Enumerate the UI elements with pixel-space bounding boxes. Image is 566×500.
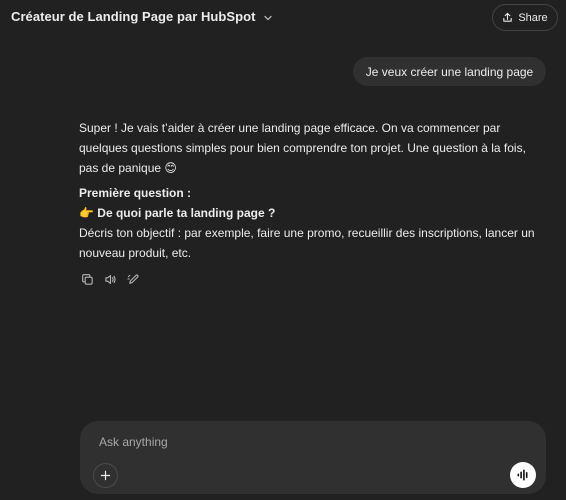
chevron-down-icon: [262, 11, 274, 23]
question-text: 👉 De quoi parle ta landing page ?: [79, 206, 276, 220]
voice-mode-button[interactable]: [510, 462, 536, 488]
message-actions: [80, 272, 140, 286]
share-icon: [502, 12, 513, 23]
share-label: Share: [518, 11, 548, 24]
assistant-intro: Super ! Je vais t’aider à créer une land…: [79, 121, 526, 175]
first-question-heading: Première question :: [79, 186, 192, 200]
share-button[interactable]: Share: [492, 4, 558, 31]
read-aloud-icon[interactable]: [103, 272, 117, 286]
add-attachment-button[interactable]: [93, 463, 118, 488]
question-description: Décris ton objectif : par exemple, faire…: [79, 226, 535, 260]
top-bar: Créateur de Landing Page par HubSpot Sha…: [0, 0, 566, 36]
gpt-title: Créateur de Landing Page par HubSpot: [11, 9, 256, 24]
prompt-input[interactable]: [99, 433, 499, 451]
user-message: Je veux créer une landing page: [353, 57, 546, 86]
composer: [80, 421, 546, 494]
voice-waveform-icon: [516, 468, 530, 482]
copy-icon[interactable]: [80, 272, 94, 286]
plus-icon: [100, 470, 111, 481]
gpt-title-dropdown[interactable]: Créateur de Landing Page par HubSpot: [11, 9, 274, 24]
edit-icon[interactable]: [126, 272, 140, 286]
assistant-message: Super ! Je vais t’aider à créer une land…: [79, 118, 541, 263]
